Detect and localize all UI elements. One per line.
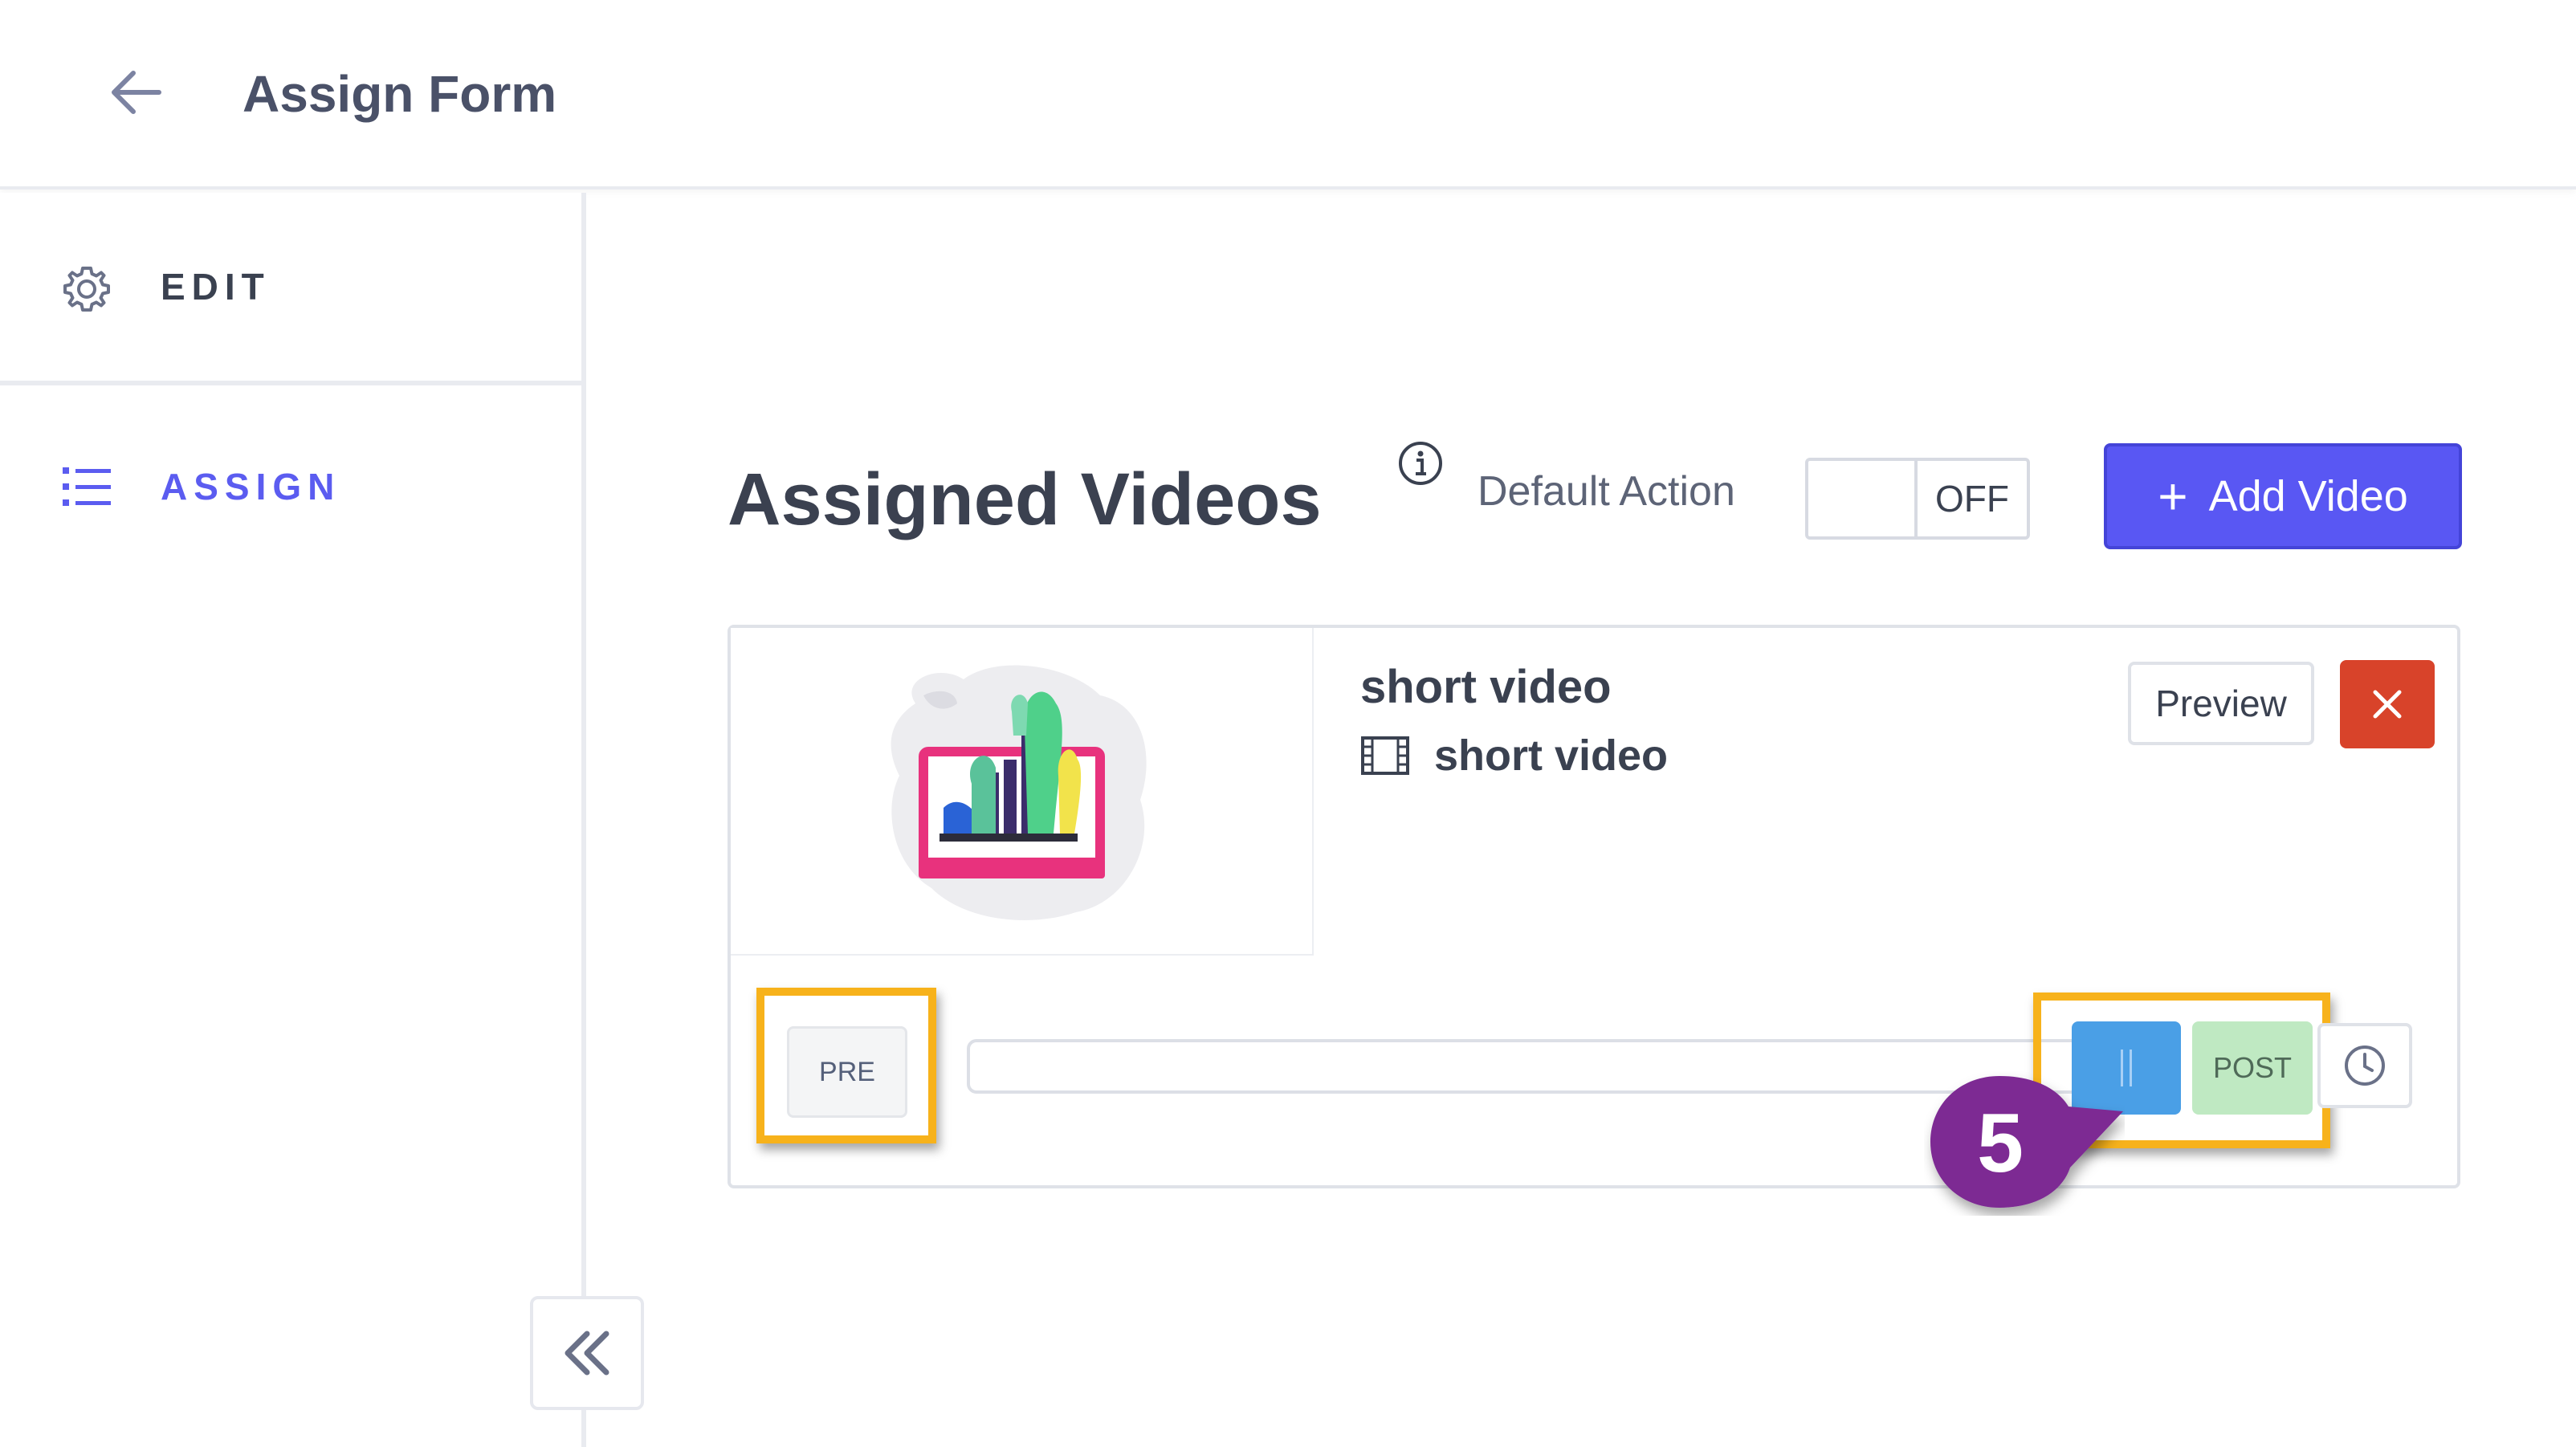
post-button[interactable]: POST	[2192, 1021, 2313, 1115]
clock-icon	[2345, 1046, 2385, 1086]
preview-button[interactable]: Preview	[2128, 662, 2314, 745]
timer-button[interactable]	[2317, 1023, 2412, 1108]
video-card: short video short video Preview PRE POST	[728, 625, 2460, 1188]
step-number: 5	[1977, 1096, 2024, 1190]
add-video-button[interactable]: + Add Video	[2104, 443, 2462, 549]
page-title: Assign Form	[243, 65, 557, 123]
top-bar: Assign Form	[0, 0, 2576, 190]
gear-icon	[63, 267, 110, 312]
video-title: short video	[1360, 661, 1612, 713]
default-action-toggle[interactable]: OFF	[1805, 458, 2030, 540]
sidebar-item-assign[interactable]: ASSIGN	[0, 390, 581, 583]
collapse-sidebar-button[interactable]	[530, 1296, 644, 1410]
pre-button[interactable]: PRE	[787, 1026, 907, 1118]
double-chevron-left-icon	[565, 1331, 609, 1376]
plus-icon: +	[2158, 467, 2188, 525]
back-button[interactable]	[96, 56, 177, 128]
video-thumbnail-illustration	[891, 665, 1147, 920]
sidebar-item-label: ASSIGN	[161, 466, 341, 507]
info-icon[interactable]	[1397, 440, 1444, 487]
film-icon	[1361, 736, 1409, 775]
video-file-row: short video	[1360, 731, 1668, 781]
arrow-left-icon	[112, 71, 161, 114]
video-file-name: short video	[1434, 732, 1669, 780]
sidebar-item-edit[interactable]: EDIT	[0, 193, 581, 385]
toggle-state: OFF	[1935, 478, 2009, 520]
sidebar: EDIT ASSIGN	[0, 193, 586, 1447]
timeline-track[interactable]	[967, 1039, 2083, 1094]
section-title: Assigned Videos	[728, 459, 1322, 540]
video-thumbnail[interactable]	[731, 628, 1314, 956]
sidebar-item-label: EDIT	[161, 266, 271, 308]
toggle-knob	[1808, 461, 1918, 536]
list-icon	[63, 467, 111, 506]
add-video-label: Add Video	[2208, 472, 2408, 520]
close-icon	[2373, 690, 2402, 719]
delete-video-button[interactable]	[2340, 660, 2435, 748]
default-action-label: Default Action	[1478, 468, 1735, 515]
